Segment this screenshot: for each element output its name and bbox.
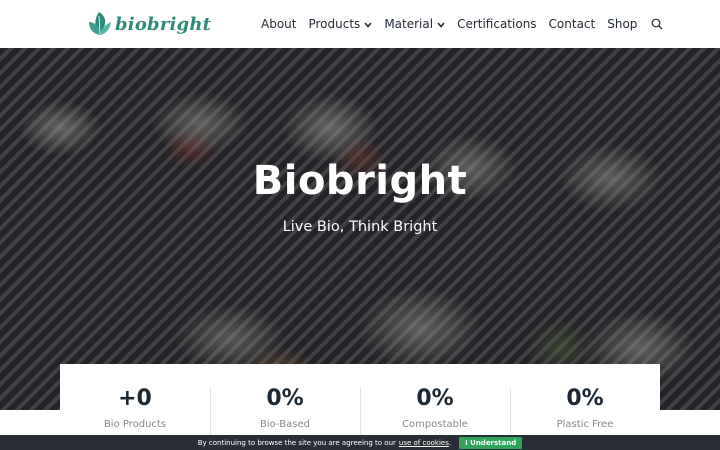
chevron-down-icon bbox=[364, 17, 372, 31]
nav-item-label: Certifications bbox=[457, 17, 537, 31]
stat-label: Plastic Free bbox=[556, 419, 614, 430]
nav-item-products[interactable]: Products bbox=[308, 17, 372, 31]
main-nav: About Products Material Certifications C… bbox=[261, 0, 663, 48]
nav-item-certifications[interactable]: Certifications bbox=[457, 17, 536, 31]
stat-label: Bio Products bbox=[103, 419, 167, 430]
nav-item-about[interactable]: About bbox=[261, 17, 296, 31]
stat-label: Compostable bbox=[402, 419, 468, 430]
cookie-suffix: . bbox=[448, 438, 452, 447]
stat-value: 0% bbox=[416, 386, 454, 411]
nav-item-label: Contact bbox=[548, 17, 596, 31]
cookie-policy-link[interactable]: use of cookies bbox=[399, 439, 449, 447]
cookie-accept-button[interactable]: I Understand bbox=[459, 436, 523, 449]
hero-banner: Biobright Live Bio, Think Bright bbox=[0, 48, 720, 410]
nav-item-label: About bbox=[261, 17, 297, 31]
chevron-down-icon bbox=[437, 17, 445, 31]
stat-value: +0 bbox=[118, 386, 152, 411]
nav-item-label: Shop bbox=[607, 17, 638, 31]
cookie-banner: By continuing to browse the site you are… bbox=[0, 435, 720, 450]
site-header: biobright About Products Material Certif… bbox=[0, 0, 720, 48]
leaf-logo-icon bbox=[89, 12, 111, 35]
search-icon[interactable] bbox=[651, 18, 663, 30]
hero-subtitle: Live Bio, Think Bright bbox=[282, 219, 438, 235]
hero-title: Biobright bbox=[252, 158, 468, 204]
stat-label: Bio-Based bbox=[260, 419, 310, 430]
nav-item-material[interactable]: Material bbox=[384, 17, 445, 31]
logo[interactable]: biobright bbox=[86, 10, 211, 38]
cookie-text: By continuing to browse the site you are… bbox=[197, 438, 396, 447]
stat-value: 0% bbox=[566, 386, 604, 411]
nav-item-contact[interactable]: Contact bbox=[549, 17, 596, 31]
nav-item-label: Products bbox=[308, 17, 361, 31]
nav-item-shop[interactable]: Shop bbox=[607, 17, 637, 31]
nav-item-label: Material bbox=[384, 17, 434, 31]
stat-value: 0% bbox=[266, 386, 304, 411]
logo-text: biobright bbox=[115, 13, 212, 35]
